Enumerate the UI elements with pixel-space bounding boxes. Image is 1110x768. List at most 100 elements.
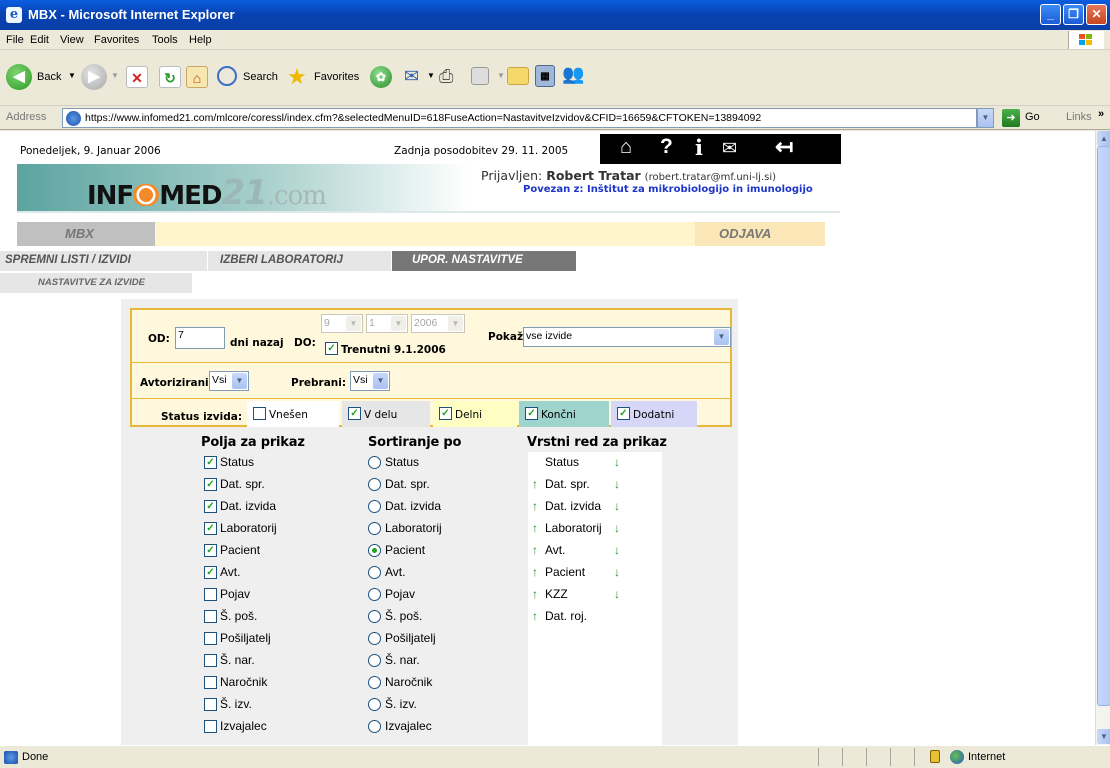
go-arrow-icon[interactable]: ➜ — [1002, 109, 1020, 127]
field-checkbox[interactable] — [204, 654, 217, 667]
field-checkbox[interactable] — [204, 632, 217, 645]
search-label[interactable]: Search — [243, 71, 278, 83]
do-day-select[interactable]: 9 ▼ — [321, 314, 363, 333]
address-input[interactable]: https://www.infomed21.com/mlcore/coressl… — [62, 108, 977, 128]
move-up-icon[interactable]: ↑ — [532, 499, 538, 513]
mail-dropdown-icon[interactable]: ▼ — [427, 71, 435, 80]
help-icon[interactable]: ? — [660, 135, 673, 159]
prebrani-select[interactable]: Vsi ▼ — [350, 371, 390, 391]
mail-icon[interactable]: ✉ — [722, 138, 737, 159]
forward-icon[interactable]: ▶ — [81, 64, 107, 90]
messenger-icon[interactable]: 👥 — [562, 64, 584, 85]
scroll-down-icon[interactable]: ▼ — [1097, 729, 1110, 744]
favorites-label[interactable]: Favorites — [314, 71, 359, 83]
field-checkbox[interactable]: ✓ — [204, 522, 217, 535]
back-icon[interactable]: ◀ — [6, 64, 32, 90]
sort-radio[interactable] — [368, 522, 381, 535]
stop-icon[interactable]: ✕ — [126, 66, 148, 88]
move-up-icon[interactable]: ↑ — [532, 587, 538, 601]
sort-radio[interactable] — [368, 500, 381, 513]
sort-radio[interactable] — [368, 720, 381, 733]
status-option[interactable]: ✓ Končni — [519, 401, 609, 427]
status-checkbox[interactable]: ✓ — [617, 407, 630, 420]
search-icon[interactable] — [217, 66, 237, 86]
move-down-icon[interactable]: ↓ — [614, 521, 620, 535]
move-up-icon[interactable]: ↑ — [532, 565, 538, 579]
menu-help[interactable]: Help — [189, 34, 212, 46]
address-dropdown-icon[interactable]: ▼ — [977, 108, 994, 128]
close-button[interactable]: ✕ — [1086, 4, 1107, 25]
tab-spremni-listi[interactable]: SPREMNI LISTI / IZVIDI — [0, 251, 207, 271]
research-icon[interactable]: ▦ — [535, 65, 555, 87]
field-checkbox[interactable] — [204, 676, 217, 689]
status-option[interactable]: ✓ V delu — [342, 401, 430, 427]
field-checkbox[interactable] — [204, 698, 217, 711]
field-checkbox[interactable]: ✓ — [204, 544, 217, 557]
move-up-icon[interactable]: ↑ — [532, 543, 538, 557]
favorites-icon[interactable]: ★ — [287, 64, 307, 90]
sort-radio[interactable] — [368, 588, 381, 601]
field-checkbox[interactable] — [204, 720, 217, 733]
do-month-select[interactable]: 1 ▼ — [366, 314, 408, 333]
menu-file[interactable]: File — [6, 34, 24, 46]
menu-edit[interactable]: Edit — [30, 34, 49, 46]
status-option[interactable]: ✓ Delni — [433, 401, 517, 427]
edit-icon[interactable] — [471, 67, 489, 85]
move-down-icon[interactable]: ↓ — [614, 543, 620, 557]
sort-radio[interactable] — [368, 610, 381, 623]
menu-tools[interactable]: Tools — [152, 34, 178, 46]
field-checkbox[interactable]: ✓ — [204, 478, 217, 491]
sort-radio[interactable] — [368, 544, 381, 557]
links-label[interactable]: Links — [1066, 111, 1092, 123]
field-checkbox[interactable]: ✓ — [204, 566, 217, 579]
print-icon[interactable]: ⎙ — [439, 66, 453, 87]
sort-radio[interactable] — [368, 698, 381, 711]
field-checkbox[interactable]: ✓ — [204, 500, 217, 513]
status-option[interactable]: ✓ Dodatni — [611, 401, 697, 427]
edit-dropdown-icon[interactable]: ▼ — [497, 71, 505, 80]
maximize-button[interactable]: ❐ — [1063, 4, 1084, 25]
sort-radio[interactable] — [368, 676, 381, 689]
logout-button[interactable]: ODJAVA — [695, 222, 825, 246]
sort-radio[interactable] — [368, 478, 381, 491]
forward-dropdown-icon[interactable]: ▼ — [111, 71, 119, 80]
od-input[interactable]: 7 — [175, 327, 225, 349]
do-year-select[interactable]: 2006 ▼ — [411, 314, 465, 333]
sort-radio[interactable] — [368, 654, 381, 667]
back-dropdown-icon[interactable]: ▼ — [68, 71, 76, 80]
move-up-icon[interactable]: ↑ — [532, 609, 538, 623]
sort-radio[interactable] — [368, 632, 381, 645]
current-date-checkbox[interactable]: ✓ — [325, 342, 338, 355]
move-down-icon[interactable]: ↓ — [614, 477, 620, 491]
status-checkbox[interactable]: ✓ — [348, 407, 361, 420]
scroll-up-icon[interactable]: ▲ — [1097, 131, 1110, 146]
status-checkbox[interactable]: ✓ — [525, 407, 538, 420]
field-checkbox[interactable]: ✓ — [204, 456, 217, 469]
minimize-button[interactable]: _ — [1040, 4, 1061, 25]
pokazi-select[interactable]: vse izvide ▼ — [523, 327, 731, 347]
subtab-nastavitve-za-izvide[interactable]: NASTAVITVE ZA IZVIDE — [0, 273, 192, 293]
info-icon[interactable]: i — [695, 135, 703, 160]
move-down-icon[interactable]: ↓ — [614, 565, 620, 579]
menu-favorites[interactable]: Favorites — [94, 34, 139, 46]
refresh-icon[interactable]: ↻ — [159, 66, 181, 88]
sort-radio[interactable] — [368, 566, 381, 579]
move-down-icon[interactable]: ↓ — [614, 455, 620, 469]
links-chevron-icon[interactable]: » — [1098, 108, 1104, 120]
field-checkbox[interactable] — [204, 588, 217, 601]
vertical-scrollbar[interactable]: ▲ ▼ — [1095, 131, 1110, 745]
tab-upor-nastavitve[interactable]: UPOR. NASTAVITVE — [392, 251, 576, 271]
avtorizirani-select[interactable]: Vsi ▼ — [209, 371, 249, 391]
folder-icon[interactable] — [507, 67, 529, 85]
sort-radio[interactable] — [368, 456, 381, 469]
tab-izberi-laboratorij[interactable]: IZBERI LABORATORIJ — [208, 251, 391, 271]
move-up-icon[interactable]: ↑ — [532, 477, 538, 491]
status-option[interactable]: Vnešen — [247, 401, 339, 427]
history-icon[interactable]: ✉ — [404, 66, 419, 87]
media-icon[interactable]: ✿ — [370, 66, 392, 88]
status-checkbox[interactable] — [253, 407, 266, 420]
go-button[interactable]: Go — [1025, 111, 1040, 123]
move-down-icon[interactable]: ↓ — [614, 499, 620, 513]
home-icon[interactable]: ⌂ — [620, 136, 632, 159]
home-icon[interactable]: ⌂ — [186, 66, 208, 88]
